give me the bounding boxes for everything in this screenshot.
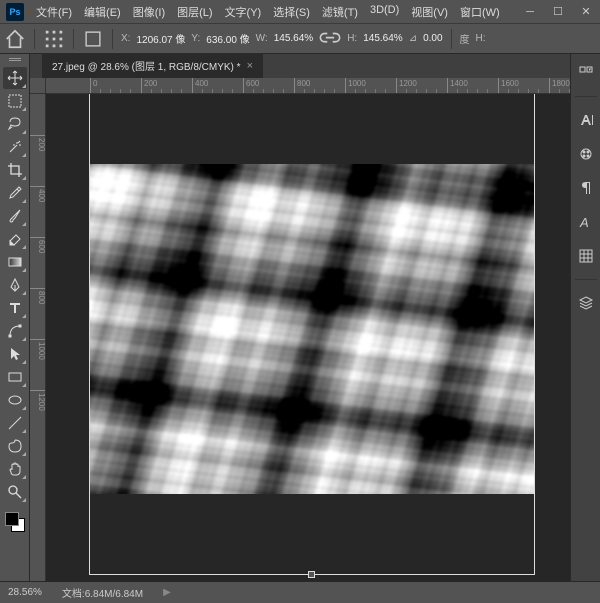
menu-3d[interactable]: 3D(D)	[364, 0, 405, 24]
home-icon[interactable]	[4, 28, 26, 50]
tool-panel	[0, 54, 30, 581]
options-bar: X: 1206.07 像 Y: 636.00 像 W: 145.64% H: 1…	[0, 24, 600, 54]
line-tool[interactable]	[3, 412, 27, 434]
ruler-vertical[interactable]: 020040060080010001200	[30, 94, 46, 581]
w-value[interactable]: 145.64%	[274, 33, 313, 44]
document-tabbar: 27.jpeg @ 28.6% (图层 1, RGB/8/CMYK) * ×	[30, 54, 570, 78]
gradient-tool[interactable]	[3, 251, 27, 273]
color-panel-icon[interactable]	[575, 143, 597, 165]
sample-icon[interactable]	[82, 28, 104, 50]
menu-edit[interactable]: 编辑(E)	[78, 0, 127, 24]
pointer-tool[interactable]	[3, 343, 27, 365]
menu-window[interactable]: 窗口(W)	[454, 0, 506, 24]
app-logo: Ps	[6, 3, 24, 21]
rect-tool[interactable]	[3, 366, 27, 388]
toolbar-collapse-icon[interactable]	[9, 58, 21, 62]
titlebar: Ps 文件(F) 编辑(E) 图像(I) 图层(L) 文字(Y) 选择(S) 滤…	[0, 0, 600, 24]
document-tab[interactable]: 27.jpeg @ 28.6% (图层 1, RGB/8/CMYK) * ×	[42, 52, 263, 78]
maximize-button[interactable]: ☐	[544, 0, 572, 24]
document-area: 27.jpeg @ 28.6% (图层 1, RGB/8/CMYK) * × 0…	[30, 54, 570, 581]
h-label: H:	[347, 33, 357, 44]
menu-image[interactable]: 图像(I)	[127, 0, 171, 24]
type-tool[interactable]	[3, 297, 27, 319]
menu-select[interactable]: 选择(S)	[267, 0, 316, 24]
crop-tool[interactable]	[3, 159, 27, 181]
ruler-horizontal[interactable]: 020040060080010001200140016001800	[46, 78, 570, 94]
glyph-panel-icon[interactable]: A	[575, 211, 597, 233]
pen-tool[interactable]	[3, 274, 27, 296]
menu-filter[interactable]: 滤镜(T)	[316, 0, 364, 24]
layers-panel-icon[interactable]	[575, 292, 597, 314]
panel-dock: A	[570, 54, 600, 581]
h-value[interactable]: 145.64%	[363, 33, 402, 44]
menu-file[interactable]: 文件(F)	[30, 0, 78, 24]
canvas-image	[90, 164, 534, 494]
x-value[interactable]: 1206.07 像	[136, 31, 185, 46]
menu-type[interactable]: 文字(Y)	[219, 0, 268, 24]
menu-layer[interactable]: 图层(L)	[171, 0, 218, 24]
angle-label: ⊿	[409, 33, 417, 44]
char-panel-icon[interactable]	[575, 109, 597, 131]
ref-point-icon[interactable]	[43, 28, 65, 50]
move-tool[interactable]	[3, 67, 27, 89]
eyedropper-tool[interactable]	[3, 182, 27, 204]
close-button[interactable]: ✕	[572, 0, 600, 24]
window-controls: ─ ☐ ✕	[516, 0, 600, 24]
transform-handle-bottom[interactable]	[308, 571, 315, 578]
doc-info[interactable]: 文档:6.84M/6.84M	[62, 585, 143, 600]
w-label: W:	[256, 33, 268, 44]
y-value[interactable]: 636.00 像	[206, 31, 249, 46]
link-icon[interactable]	[319, 28, 341, 50]
ruler-origin[interactable]	[30, 78, 46, 94]
para-panel-icon[interactable]	[575, 177, 597, 199]
main-menu: 文件(F) 编辑(E) 图像(I) 图层(L) 文字(Y) 选择(S) 滤镜(T…	[30, 0, 516, 24]
ellipse-tool[interactable]	[3, 389, 27, 411]
zoom-level[interactable]: 28.56%	[8, 587, 42, 598]
canvas-viewport[interactable]: 020040060080010001200140016001800 020040…	[30, 78, 570, 581]
document-tab-title: 27.jpeg @ 28.6% (图层 1, RGB/8/CMYK) *	[52, 58, 241, 73]
history-panel-icon[interactable]	[575, 62, 597, 84]
marquee-tool[interactable]	[3, 90, 27, 112]
zoom-tool[interactable]	[3, 481, 27, 503]
lasso-tool[interactable]	[3, 113, 27, 135]
y-label: Y:	[191, 33, 200, 44]
menu-view[interactable]: 视图(V)	[405, 0, 454, 24]
hand-tool[interactable]	[3, 458, 27, 480]
status-arrow-icon[interactable]: ▶	[163, 587, 171, 598]
h2-label: H:	[476, 33, 486, 44]
wand-tool[interactable]	[3, 136, 27, 158]
close-tab-icon[interactable]: ×	[247, 60, 253, 72]
angle-value[interactable]: 0.00	[423, 33, 442, 44]
color-swatches[interactable]	[3, 510, 27, 534]
path-tool[interactable]	[3, 320, 27, 342]
deg-label: 度	[460, 31, 470, 46]
canvas[interactable]	[90, 164, 534, 494]
main-area: 27.jpeg @ 28.6% (图层 1, RGB/8/CMYK) * × 0…	[0, 54, 600, 581]
canvas-stage[interactable]	[46, 94, 570, 581]
grid-panel-icon[interactable]	[575, 245, 597, 267]
status-bar: 28.56% 文档:6.84M/6.84M ▶	[0, 581, 600, 603]
custom-shape-tool[interactable]	[3, 435, 27, 457]
svg-text:A: A	[579, 215, 589, 230]
brush-tool[interactable]	[3, 205, 27, 227]
eraser-tool[interactable]	[3, 228, 27, 250]
foreground-color-swatch[interactable]	[5, 512, 19, 526]
minimize-button[interactable]: ─	[516, 0, 544, 24]
x-label: X:	[121, 33, 130, 44]
